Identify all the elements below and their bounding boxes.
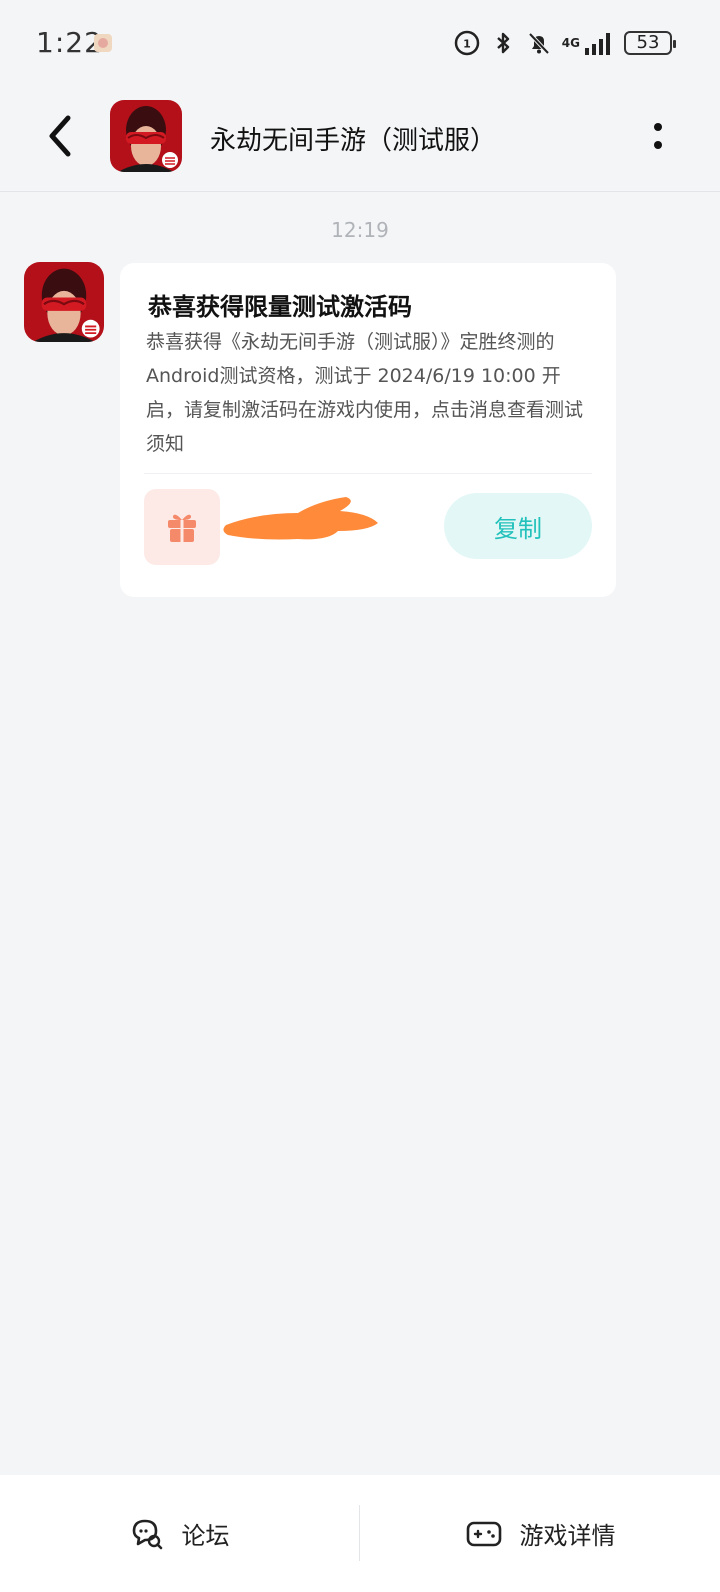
chat-title: 永劫无间手游（测试服） — [210, 126, 497, 156]
gift-icon — [168, 514, 196, 542]
nav-divider — [359, 1505, 360, 1561]
signal-icon — [585, 33, 610, 55]
activation-code-card[interactable]: 恭喜获得限量测试激活码 恭喜获得《永劫无间手游（测试服）》定胜终测的Androi… — [120, 263, 616, 597]
network-type: 4G — [561, 36, 580, 50]
dot-icon — [654, 141, 662, 149]
chevron-left-icon — [49, 115, 71, 157]
status-icons: 1 4G 53 — [454, 26, 676, 60]
game-detail-label: 游戏详情 — [519, 1522, 616, 1550]
status-bar: 1:22 1 4G 53 — [0, 0, 720, 86]
forum-button[interactable]: 论坛 — [0, 1475, 359, 1592]
card-body: 恭喜获得《永劫无间手游（测试服）》定胜终测的Android测试资格，测试于 20… — [146, 331, 584, 455]
game-logo-image — [110, 100, 182, 172]
gift-icon-box — [144, 489, 220, 565]
forum-label: 论坛 — [181, 1522, 230, 1550]
gamepad-icon — [466, 1521, 501, 1546]
card-title: 恭喜获得限量测试激活码 — [148, 293, 412, 321]
game-logo-image — [24, 262, 104, 342]
app-screen: 1:22 1 4G 53 永劫无间手游（测试服） 12:19 恭喜获得限量测试激… — [0, 0, 720, 1592]
data-saver-icon: 1 — [454, 30, 480, 56]
status-time: 1:22 — [36, 26, 103, 59]
battery-icon: 53 — [624, 31, 676, 55]
dot-icon — [654, 123, 662, 131]
redacted-code — [223, 497, 378, 540]
card-divider — [144, 473, 592, 474]
back-button[interactable] — [36, 108, 84, 164]
more-options-button[interactable] — [648, 116, 668, 156]
bluetooth-icon — [496, 32, 509, 54]
forum-icon — [132, 1519, 162, 1549]
sender-avatar[interactable] — [24, 262, 104, 342]
copy-button[interactable]: 复制 — [444, 493, 592, 559]
bottom-nav: 论坛 游戏详情 — [0, 1475, 720, 1592]
game-avatar[interactable] — [110, 100, 182, 172]
bell-off-icon — [528, 32, 550, 55]
notification-icon — [94, 34, 112, 52]
message-timestamp: 12:19 — [331, 218, 389, 242]
svg-text:1: 1 — [463, 38, 471, 51]
chat-header: 永劫无间手游（测试服） — [0, 86, 720, 192]
game-detail-button[interactable]: 游戏详情 — [361, 1475, 720, 1592]
